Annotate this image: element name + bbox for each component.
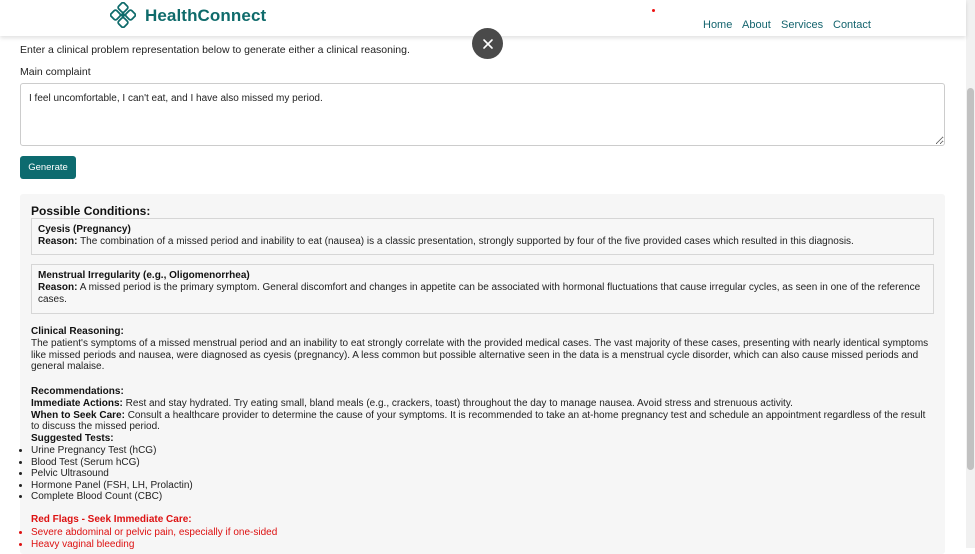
page-scrollbar[interactable] [966, 0, 975, 548]
reason-label: Reason: [38, 235, 78, 247]
condition-card: Cyesis (Pregnancy) Reason: The combinati… [31, 218, 934, 255]
generate-button[interactable]: Generate [20, 156, 76, 179]
condition-reason: The combination of a missed period and i… [80, 235, 854, 247]
suggested-tests-label: Suggested Tests: [31, 433, 114, 445]
clinical-reasoning-label: Clinical Reasoning: [31, 326, 124, 337]
main-content: Enter a clinical problem representation … [0, 0, 966, 554]
nav-services[interactable]: Services [781, 19, 823, 31]
possible-conditions-heading: Possible Conditions: [31, 204, 151, 218]
nav-about[interactable]: About [742, 19, 771, 31]
red-flags-heading: Red Flags - Seek Immediate Care: [31, 514, 192, 525]
logo-icon [110, 2, 136, 28]
nav-contact[interactable]: Contact [833, 19, 871, 31]
list-item: Hormone Panel (FSH, LH, Prolactin) [31, 480, 193, 492]
list-item: Severe abdominal or pelvic pain, especia… [31, 527, 277, 539]
clinical-reasoning-text: The patient's symptoms of a missed menst… [31, 337, 929, 373]
condition-reason: A missed period is the primary symptom. … [38, 281, 921, 305]
red-flags-list: Severe abdominal or pelvic pain, especia… [11, 527, 277, 550]
brand-name: HealthConnect [145, 6, 267, 25]
suggested-tests-list: Urine Pregnancy Test (hCG) Blood Test (S… [11, 445, 193, 503]
close-icon [482, 38, 493, 49]
recommendations-label: Recommendations: [31, 386, 124, 397]
condition-name: Cyesis (Pregnancy) [38, 224, 131, 235]
list-item: Blood Test (Serum hCG) [31, 457, 193, 469]
seek-care-text: Consult a healthcare provider to determi… [31, 409, 926, 433]
list-item: Complete Blood Count (CBC) [31, 491, 193, 503]
condition-card: Menstrual Irregularity (e.g., Oligomenor… [31, 264, 934, 314]
list-item: Heavy vaginal bleeding [31, 539, 277, 551]
intro-text: Enter a clinical problem representation … [20, 44, 410, 56]
notification-dot [652, 9, 655, 12]
reason-label: Reason: [38, 281, 78, 293]
condition-name: Menstrual Irregularity (e.g., Oligomenor… [38, 270, 250, 281]
recommendations-section: Recommendations: Immediate Actions: Rest… [31, 386, 931, 445]
seek-care-label: When to Seek Care: [31, 409, 125, 421]
main-complaint-input[interactable] [20, 83, 945, 146]
immediate-actions-label: Immediate Actions: [31, 397, 123, 409]
list-item: Urine Pregnancy Test (hCG) [31, 445, 193, 457]
clinical-reasoning-section: Clinical Reasoning: The patient's sympto… [31, 326, 931, 373]
result-panel: Possible Conditions: Cyesis (Pregnancy) … [20, 194, 945, 554]
immediate-actions-text: Rest and stay hydrated. Try eating small… [125, 397, 793, 409]
nav-home[interactable]: Home [703, 19, 732, 31]
list-item: Pelvic Ultrasound [31, 468, 193, 480]
scrollbar-thumb[interactable] [967, 88, 974, 470]
close-button[interactable] [472, 28, 503, 59]
main-complaint-label: Main complaint [20, 66, 91, 78]
